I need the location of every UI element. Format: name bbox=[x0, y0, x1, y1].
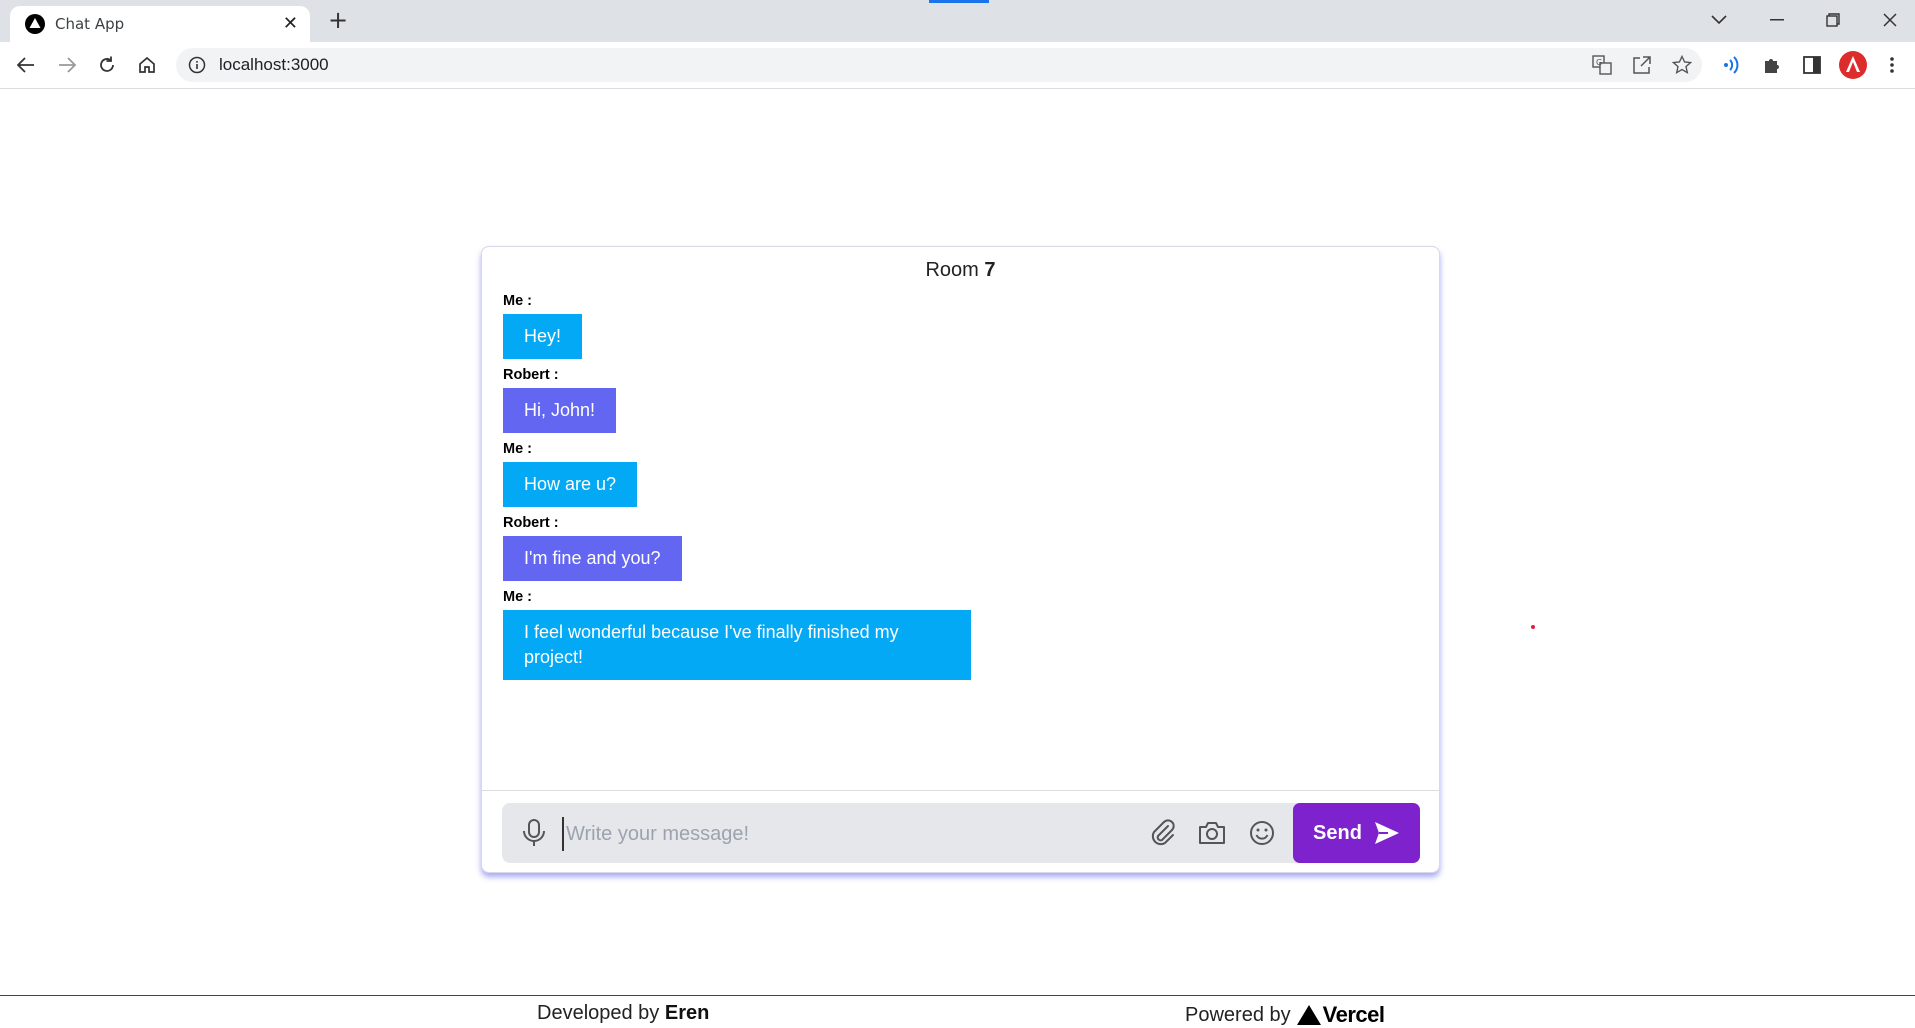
forward-icon[interactable] bbox=[53, 51, 81, 79]
message-bubble: I feel wonderful because I've finally fi… bbox=[503, 610, 971, 680]
message-item: Me : How are u? bbox=[503, 441, 1403, 507]
menu-icon[interactable] bbox=[1878, 51, 1906, 79]
browser-toolbar: localhost:3000 G bbox=[0, 42, 1915, 89]
developer-name: Eren bbox=[664, 1002, 710, 1024]
info-icon[interactable] bbox=[187, 55, 207, 75]
page-footer: Developed by Eren Powered by Vercel bbox=[0, 995, 1915, 1027]
message-list: Me : Hey! Robert : Hi, John! Me : How ar… bbox=[503, 293, 1403, 688]
chevron-down-icon[interactable] bbox=[1699, 6, 1739, 34]
url-text: localhost:3000 bbox=[219, 55, 329, 74]
camera-icon[interactable] bbox=[1197, 818, 1227, 848]
message-sender: Me : bbox=[503, 293, 532, 309]
minimize-icon[interactable] bbox=[1757, 6, 1797, 34]
restore-icon[interactable] bbox=[1813, 6, 1853, 34]
side-panel-icon[interactable] bbox=[1798, 51, 1826, 79]
translate-icon[interactable]: G bbox=[1588, 51, 1616, 79]
message-item: Robert : I'm fine and you? bbox=[503, 515, 1403, 581]
svg-text:G: G bbox=[1596, 58, 1602, 67]
address-bar[interactable]: localhost:3000 bbox=[176, 48, 1702, 82]
message-sender: Me : bbox=[503, 589, 532, 605]
powered-prefix: Powered by bbox=[1185, 1003, 1291, 1026]
microphone-icon[interactable] bbox=[520, 818, 548, 848]
browser-tab-bar: Chat App ✕ + bbox=[0, 0, 1915, 42]
close-icon[interactable]: ✕ bbox=[283, 14, 298, 34]
message-composer bbox=[502, 803, 1300, 863]
tab-title: Chat App bbox=[55, 15, 125, 33]
developed-prefix: Developed by bbox=[537, 1002, 660, 1024]
message-item: Me : I feel wonderful because I've final… bbox=[503, 589, 1403, 680]
message-sender: Me : bbox=[503, 441, 532, 457]
wifi-extension-icon[interactable] bbox=[1718, 51, 1746, 79]
stray-dot bbox=[1531, 625, 1535, 629]
home-icon[interactable] bbox=[133, 51, 161, 79]
reload-icon[interactable] bbox=[93, 51, 121, 79]
message-sender: Robert : bbox=[503, 515, 559, 531]
emoji-icon[interactable] bbox=[1247, 818, 1277, 848]
send-button[interactable]: Send bbox=[1293, 803, 1420, 863]
plus-icon[interactable]: + bbox=[326, 8, 350, 32]
room-label: Room bbox=[925, 259, 979, 281]
message-bubble: Hey! bbox=[503, 314, 583, 359]
close-window-icon[interactable] bbox=[1870, 6, 1910, 34]
message-bubble: How are u? bbox=[503, 462, 638, 507]
message-input[interactable] bbox=[562, 817, 1128, 851]
chat-card: Room 7 Me : Hey! Robert : Hi, John! Me :… bbox=[481, 246, 1440, 873]
profile-icon[interactable] bbox=[1839, 51, 1867, 79]
powered-credit: Powered by Vercel bbox=[1185, 1002, 1385, 1028]
message-item: Robert : Hi, John! bbox=[503, 367, 1403, 433]
message-bubble: Hi, John! bbox=[503, 388, 617, 433]
share-icon[interactable] bbox=[1628, 51, 1656, 79]
favicon-icon bbox=[25, 14, 45, 34]
developer-credit: Developed by Eren bbox=[537, 1002, 709, 1025]
send-arrow-icon bbox=[1374, 822, 1399, 844]
message-bubble: I'm fine and you? bbox=[503, 536, 682, 581]
vercel-triangle-icon bbox=[1296, 1005, 1321, 1025]
star-icon[interactable] bbox=[1668, 51, 1696, 79]
send-label: Send bbox=[1313, 821, 1362, 844]
room-number: 7 bbox=[984, 259, 996, 281]
puzzle-icon[interactable] bbox=[1758, 51, 1786, 79]
browser-tab[interactable]: Chat App ✕ bbox=[10, 6, 310, 42]
loading-indicator bbox=[929, 0, 989, 3]
message-item: Me : Hey! bbox=[503, 293, 1403, 359]
vercel-logo[interactable]: Vercel bbox=[1296, 1002, 1385, 1028]
vercel-brand-text: Vercel bbox=[1322, 1002, 1385, 1027]
back-icon[interactable] bbox=[12, 51, 40, 79]
room-title: Room 7 bbox=[482, 259, 1439, 282]
paperclip-icon[interactable] bbox=[1148, 818, 1178, 848]
message-sender: Robert : bbox=[503, 367, 559, 383]
composer-divider bbox=[482, 790, 1439, 791]
